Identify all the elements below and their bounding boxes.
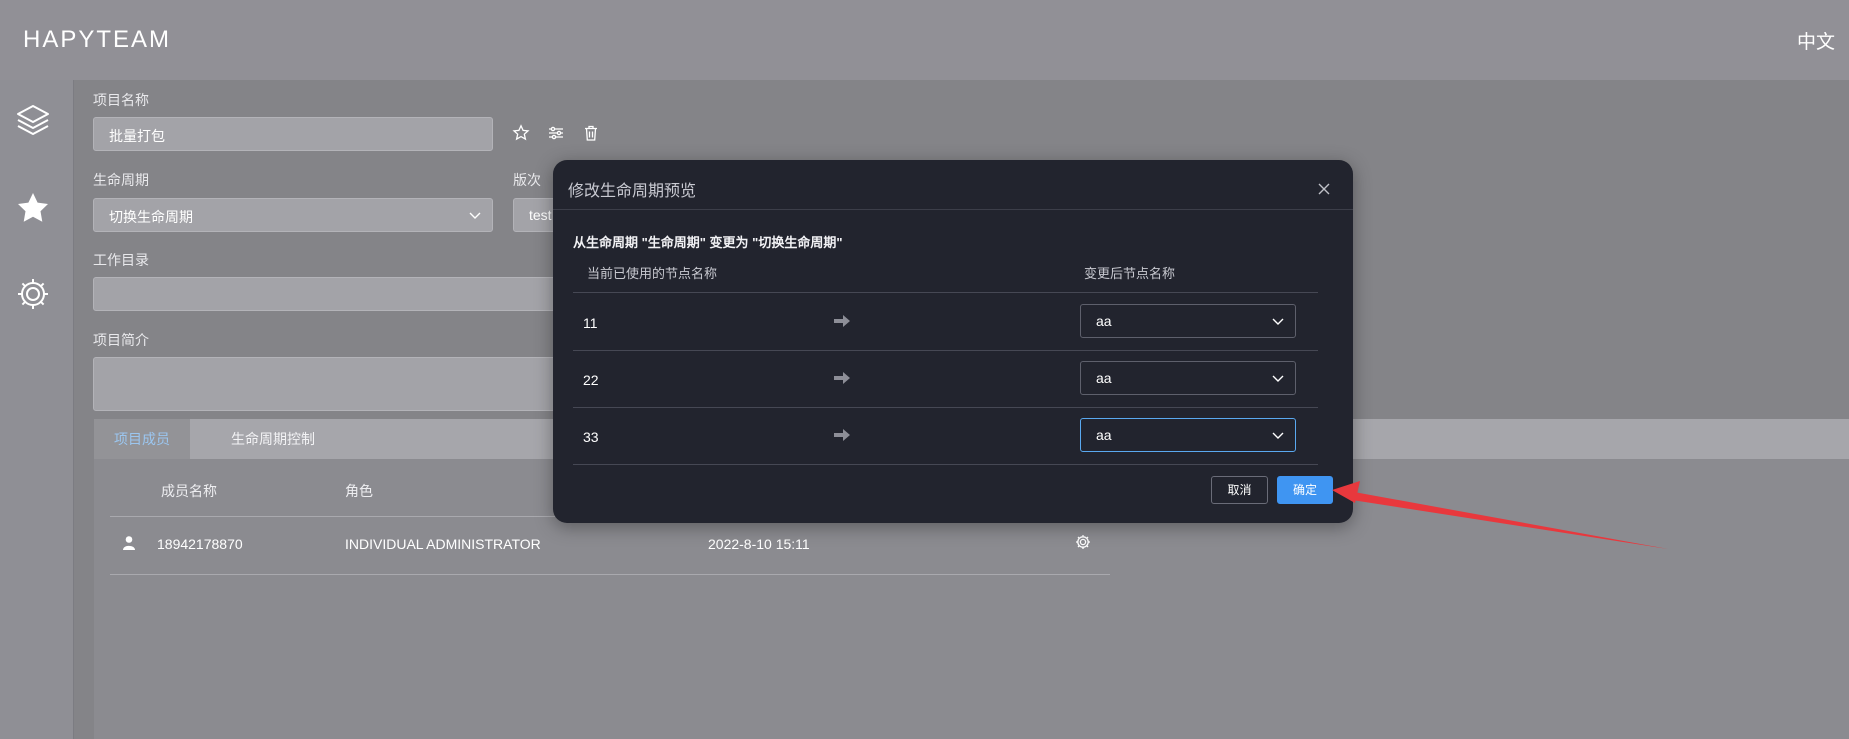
trash-icon[interactable] bbox=[582, 124, 600, 142]
arrow-right-icon bbox=[834, 315, 850, 327]
tab-project-members[interactable]: 项目成员 bbox=[94, 419, 190, 459]
current-node-header: 当前已使用的节点名称 bbox=[587, 266, 718, 281]
lifecycle-label: 生命周期 bbox=[93, 172, 149, 188]
modal-title: 修改生命周期预览 bbox=[568, 183, 697, 200]
row-divider bbox=[573, 464, 1318, 465]
lifecycle-select-value: 切换生命周期 bbox=[109, 209, 193, 225]
chevron-down-icon bbox=[1272, 375, 1284, 382]
member-time-cell: 2022-8-10 15:11 bbox=[708, 536, 810, 552]
project-name-label: 项目名称 bbox=[93, 92, 149, 108]
cancel-button[interactable]: 取消 bbox=[1211, 476, 1268, 504]
target-node-value: aa bbox=[1096, 427, 1112, 443]
current-node-value: 33 bbox=[583, 429, 599, 445]
modal-divider bbox=[553, 209, 1353, 210]
target-node-select[interactable]: aa bbox=[1080, 361, 1296, 395]
project-name-input[interactable]: 批量打包 bbox=[93, 117, 493, 151]
lifecycle-preview-modal: 修改生命周期预览 从生命周期 "生命周期" 变更为 "切换生命周期" 当前已使用… bbox=[553, 160, 1353, 523]
intro-textarea[interactable] bbox=[93, 357, 563, 411]
current-node-value: 22 bbox=[583, 372, 599, 388]
target-node-select[interactable]: aa bbox=[1080, 304, 1296, 338]
target-node-value: aa bbox=[1096, 313, 1112, 329]
target-node-value: aa bbox=[1096, 370, 1112, 386]
chevron-down-icon bbox=[1272, 432, 1284, 439]
new-node-header: 变更后节点名称 bbox=[1084, 266, 1176, 281]
star-outline-icon[interactable] bbox=[512, 124, 530, 142]
member-name-header: 成员名称 bbox=[161, 483, 217, 499]
tab-lifecycle-control[interactable]: 生命周期控制 bbox=[211, 419, 335, 459]
member-role-cell: INDIVIDUAL ADMINISTRATOR bbox=[345, 536, 541, 552]
target-node-select[interactable]: aa bbox=[1080, 418, 1296, 452]
version-label: 版次 bbox=[513, 172, 541, 188]
header-divider bbox=[573, 292, 1318, 293]
workdir-label: 工作目录 bbox=[93, 252, 149, 268]
chevron-down-icon bbox=[1272, 318, 1284, 325]
workdir-input[interactable] bbox=[93, 277, 563, 311]
modal-description: 从生命周期 "生命周期" 变更为 "切换生命周期" bbox=[573, 235, 843, 250]
current-node-value: 11 bbox=[583, 315, 598, 331]
arrow-right-icon bbox=[834, 429, 850, 441]
row-divider bbox=[573, 407, 1318, 408]
star-icon[interactable] bbox=[15, 190, 51, 226]
row-divider bbox=[110, 574, 1110, 575]
language-switch[interactable]: 中文 bbox=[1797, 27, 1835, 54]
brand-logo[interactable]: HAPYTEAM bbox=[23, 26, 171, 54]
layers-icon[interactable] bbox=[15, 102, 51, 138]
sliders-icon[interactable] bbox=[547, 124, 565, 142]
member-name-cell: 18942178870 bbox=[157, 536, 243, 552]
gear-icon[interactable] bbox=[15, 276, 51, 312]
annotation-arrow bbox=[1332, 481, 1668, 549]
intro-label: 项目简介 bbox=[93, 332, 149, 348]
member-role-header: 角色 bbox=[345, 483, 373, 499]
lifecycle-select[interactable]: 切换生命周期 bbox=[93, 198, 493, 232]
confirm-button[interactable]: 确定 bbox=[1277, 476, 1333, 504]
settings-gear-icon[interactable] bbox=[1075, 534, 1091, 550]
sidebar bbox=[0, 80, 74, 739]
top-header: HAPYTEAM 中文 bbox=[0, 0, 1849, 81]
row-divider bbox=[573, 350, 1318, 351]
close-icon[interactable] bbox=[1317, 182, 1331, 196]
user-icon bbox=[123, 536, 135, 550]
chevron-down-icon bbox=[469, 212, 481, 219]
arrow-right-icon bbox=[834, 372, 850, 384]
